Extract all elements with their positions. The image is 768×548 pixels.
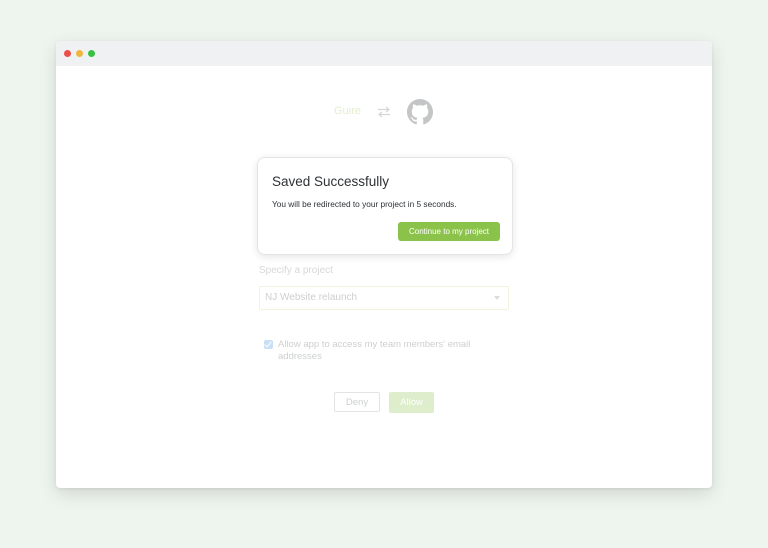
saved-success-dialog: Saved Successfully You will be redirecte…	[257, 157, 513, 255]
checkmark-icon	[264, 339, 272, 348]
app-window: Guire Saved Successfully You will be red…	[56, 41, 712, 488]
title-bar	[56, 41, 712, 66]
allow-button[interactable]: Allow	[389, 392, 434, 413]
zoom-window-button[interactable]	[88, 50, 95, 57]
deny-button[interactable]: Deny	[334, 392, 380, 412]
swap-arrows-icon	[378, 106, 390, 118]
dialog-title: Saved Successfully	[272, 174, 390, 189]
project-select-value: NJ Website relaunch	[265, 292, 358, 303]
close-window-button[interactable]	[64, 50, 71, 57]
continue-to-project-button[interactable]: Continue to my project	[398, 222, 500, 241]
project-select[interactable]: NJ Website relaunch	[259, 286, 509, 310]
project-field-label: Specify a project	[259, 265, 333, 276]
team-email-access-label: Allow app to access my team members' ema…	[278, 339, 471, 362]
github-icon	[407, 99, 433, 125]
brand-row: Guire	[56, 98, 712, 128]
minimize-window-button[interactable]	[76, 50, 83, 57]
chevron-down-icon	[494, 296, 500, 300]
dialog-message: You will be redirected to your project i…	[272, 199, 457, 209]
app-logo: Guire	[334, 105, 361, 117]
team-email-access-checkbox[interactable]	[264, 339, 273, 349]
